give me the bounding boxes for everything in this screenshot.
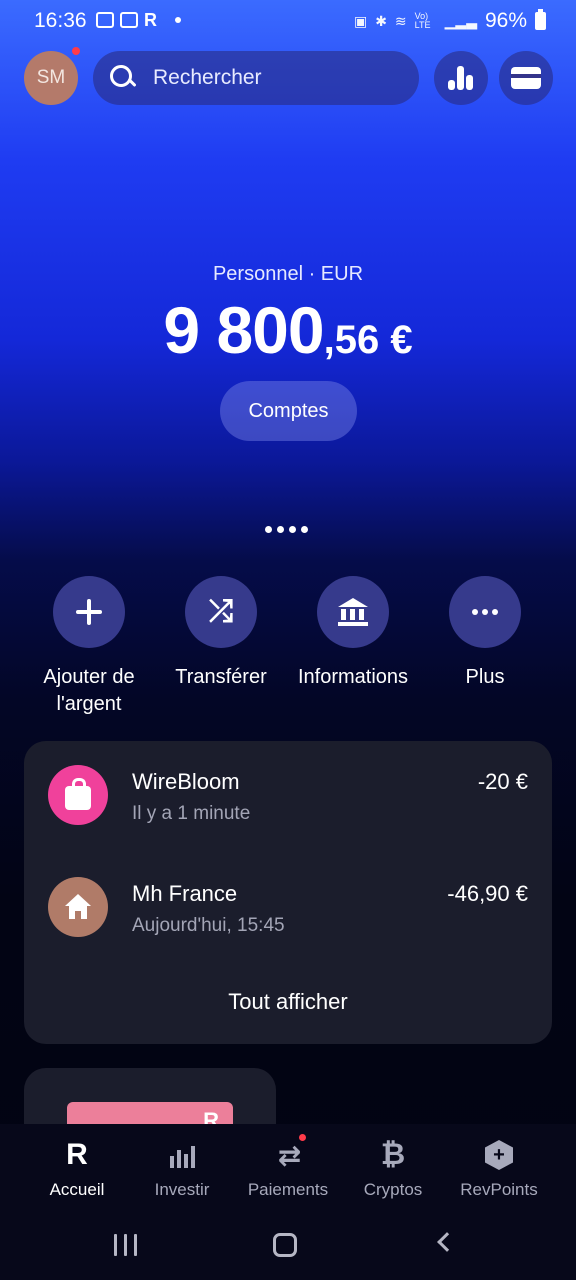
transfer-label: Transférer [175,666,267,688]
search-bar[interactable]: Rechercher [93,51,419,105]
battery-icon [535,9,546,30]
carousel-page-indicator[interactable] [265,526,308,533]
show-all-transactions-button[interactable]: Tout afficher [24,989,552,1015]
investment-chart-icon [168,1142,196,1168]
gallery-notification-icon [96,12,114,28]
page-dot [265,526,272,533]
more-action[interactable]: Plus [415,576,555,691]
balance-amount[interactable]: 9 800,56 € [0,292,576,368]
volte-icon: Vo) LTE [414,11,431,30]
home-icon-circle [48,877,108,937]
bitcoin-icon: ₿ [380,1138,406,1171]
more-notifications-dot-icon [175,17,181,23]
information-label: Informations [297,666,409,688]
page-dot [289,526,296,533]
status-bar: 16:36 R ▣ ✱ ≋ Vo) LTE ▁▂▃ 96% [0,0,576,44]
bank-icon [338,598,368,626]
transaction-amount: -20 € [477,769,528,794]
revolut-logo-icon: R [66,1138,88,1171]
balance-integer: 9 800 [163,293,324,367]
back-button[interactable] [437,1232,457,1252]
status-time: 16:36 [34,9,87,32]
information-action[interactable]: Informations [283,576,423,691]
home-icon [65,894,91,920]
nav-crypto-label: Cryptos [363,1180,423,1199]
bluetooth-icon: ✱ [375,12,387,29]
nfc-icon: ▣ [353,12,368,29]
nav-payments-label: Paiements [247,1180,329,1199]
search-icon [109,64,137,92]
avatar[interactable]: SM [24,51,78,105]
balance-decimal: ,56 € [323,318,413,362]
shopping-bag-icon-circle [48,765,108,825]
quick-actions: Ajouter de l'argent ⤮ Transférer Informa… [0,576,576,726]
transaction-amount: -46,90 € [447,881,528,906]
status-notification-icons: R [96,11,181,29]
card-icon [511,67,541,89]
revolut-notification-icon: R [144,10,157,30]
battery-percent: 96% [484,9,527,32]
revpoints-hex-icon-wrap: + [444,1138,554,1172]
payments-notification-badge [299,1134,306,1141]
search-input[interactable]: Rechercher [153,66,262,90]
more-button[interactable] [449,576,521,648]
nav-home[interactable]: R Accueil [22,1138,132,1200]
investment-chart-icon-wrap [127,1138,237,1172]
plus-icon [76,599,102,625]
bar-chart-icon [448,66,474,90]
system-navigation-bar [0,1226,576,1266]
avatar-notification-badge [72,47,80,55]
transaction-time: Il y a 1 minute [132,803,251,824]
page-dot [277,526,284,533]
transfer-arrows-icon-wrap: ⇄ [233,1138,343,1172]
account-label: Personnel · EUR [212,263,364,285]
shuffle-icon: ⤮ [209,595,233,628]
add-money-button[interactable] [53,576,125,648]
transaction-row[interactable]: Mh France Aujourd'hui, 15:45 -46,90 € [24,877,552,957]
transfer-button[interactable]: ⤮ [185,576,257,648]
transaction-name: Mh France [132,881,238,906]
nav-invest-label: Investir [154,1180,210,1199]
more-label: Plus [465,666,505,688]
signal-icon: ▁▂▃ [444,12,477,29]
nav-invest[interactable]: Investir [127,1138,237,1200]
revpoints-hex-icon: + [485,1140,513,1170]
nav-crypto[interactable]: ₿ Cryptos [338,1138,448,1200]
analytics-button[interactable] [434,51,488,105]
shopping-bag-icon [65,778,91,810]
transfer-arrows-icon: ⇄ [277,1139,302,1171]
page-dot [301,526,308,533]
nav-payments[interactable]: ⇄ Paiements [233,1134,343,1200]
cards-button[interactable] [499,51,553,105]
nav-revpoints-label: RevPoints [460,1180,538,1199]
more-icon [472,609,498,615]
nav-revpoints[interactable]: + RevPoints [444,1138,554,1200]
home-button[interactable] [273,1233,297,1257]
transactions-card: WireBloom Il y a 1 minute -20 € Mh Franc… [24,741,552,1044]
information-button[interactable] [317,576,389,648]
wallet-notification-icon [120,12,138,28]
transaction-time: Aujourd'hui, 15:45 [132,915,285,936]
status-system-icons: ▣ ✱ ≋ Vo) LTE ▁▂▃ 96% [354,9,546,33]
transaction-row[interactable]: WireBloom Il y a 1 minute -20 € [24,765,552,845]
add-money-label: Ajouter de l'argent [43,666,135,715]
recent-apps-button[interactable] [114,1234,137,1256]
transaction-name: WireBloom [132,769,240,794]
add-money-action[interactable]: Ajouter de l'argent [19,576,159,718]
transfer-action[interactable]: ⤮ Transférer [151,576,291,691]
accounts-button[interactable]: Comptes [220,381,357,441]
nav-home-label: Accueil [49,1180,105,1199]
wifi-icon: ≋ [394,12,407,29]
